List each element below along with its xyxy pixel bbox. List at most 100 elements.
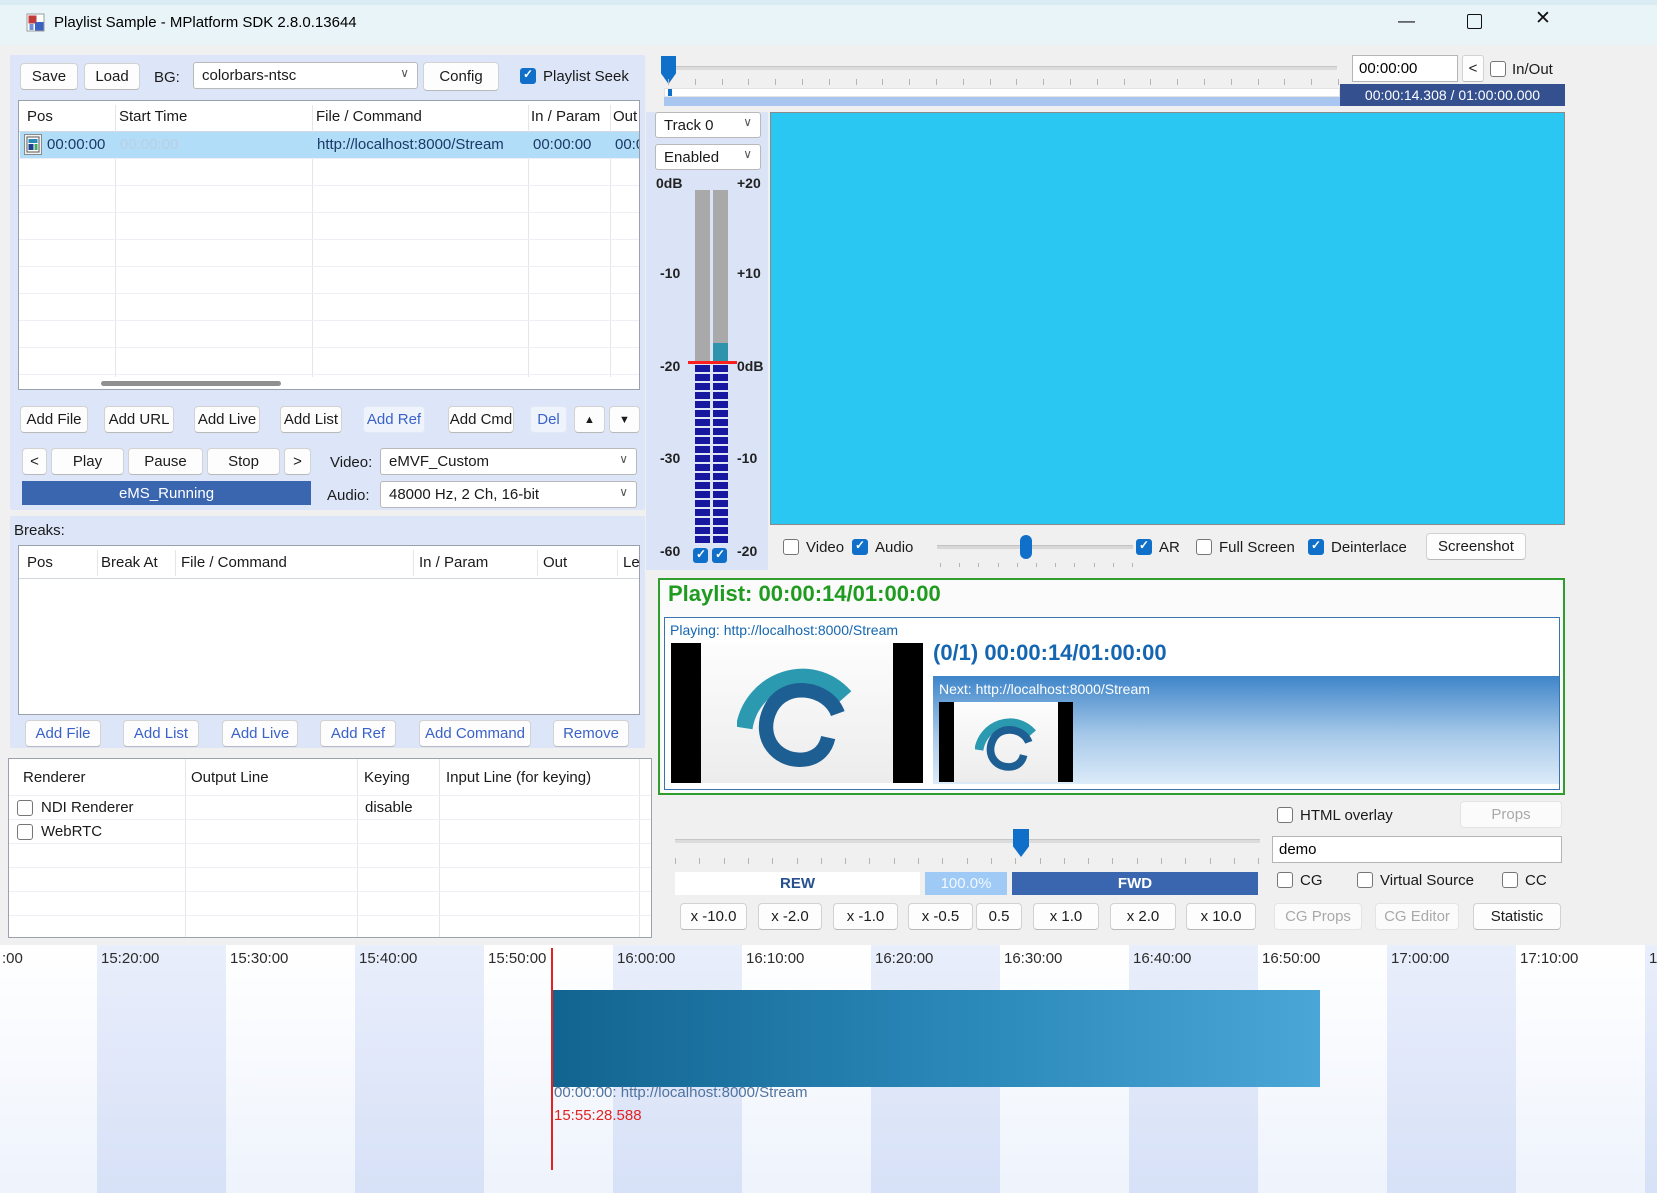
close-button[interactable]: ✕ [1535,10,1551,28]
prev-button[interactable]: < [22,448,47,475]
delete-button[interactable]: Del [530,406,567,433]
playing-panel: Playing: http://localhost:8000/Stream (0… [664,617,1560,790]
shuttle-slider-thumb[interactable] [1013,829,1029,857]
load-label: Load [95,68,128,85]
table-row[interactable]: WebRTC [9,821,652,845]
track-state-select[interactable]: Enabled∨ [655,144,761,170]
volume-slider-track[interactable] [937,545,1133,549]
add-list-button[interactable]: Add List [280,406,342,433]
speed-button[interactable]: x -2.0 [758,903,822,930]
fullscreen-checkbox[interactable] [1196,539,1212,555]
video-checkbox[interactable] [783,539,799,555]
meter-scale-label: +20 [737,175,761,191]
config-button[interactable]: Config [423,62,499,91]
video-preview[interactable] [770,112,1565,525]
breaks-add-file-button[interactable]: Add File [25,720,101,747]
renderer-table[interactable]: Renderer Output Line Keying Input Line (… [8,758,652,938]
breaks-add-list-button[interactable]: Add List [123,720,199,747]
timeline-band [97,945,226,1193]
cg-checkbox[interactable] [1277,872,1293,888]
schedule-timeline[interactable]: :0015:20:0015:30:0015:40:0015:50:0016:00… [0,945,1657,1193]
audio-checkbox[interactable] [852,539,868,555]
shuttle-slider-track[interactable] [675,839,1260,843]
meter-left-checkbox[interactable] [693,548,708,563]
table-row[interactable]: 00:00:00 00:00:00 http://localhost:8000/… [20,132,640,158]
statistic-button[interactable]: Statistic [1473,903,1561,930]
audio-meter-right [713,190,728,545]
seek-slider-track[interactable] [668,66,1337,70]
background-select[interactable]: colorbars-ntsc∨ [193,62,418,89]
audio-format-label: Audio: [327,487,370,505]
speed-button[interactable]: x 10.0 [1186,903,1256,930]
seek-back-button[interactable]: < [1462,55,1484,82]
overlay-name-input[interactable] [1272,836,1562,863]
playlist-table[interactable]: Pos Start Time File / Command In / Param… [18,100,640,390]
video-format-value: eMVF_Custom [389,453,489,470]
add-live-button[interactable]: Add Live [194,406,260,433]
breaks-add-command-button[interactable]: Add Command [419,720,531,747]
pause-button[interactable]: Pause [128,448,203,475]
meter-right-checkbox[interactable] [712,548,727,563]
next-button[interactable]: > [284,448,311,475]
cc-checkbox[interactable] [1502,872,1518,888]
playhead-line[interactable] [551,948,553,1170]
ruler-tick [856,79,857,85]
video-format-select[interactable]: eMVF_Custom∨ [380,448,637,475]
save-button[interactable]: Save [20,63,78,90]
ruler-tick [1150,79,1151,85]
add-ref-button[interactable]: Add Ref [363,406,425,433]
ar-checkbox[interactable] [1136,539,1152,555]
volume-slider-thumb[interactable] [1020,535,1032,559]
load-button[interactable]: Load [84,63,140,90]
cell-out: 00:00:00 [615,136,640,154]
maximize-button[interactable] [1467,14,1482,29]
button-label: Add Ref [367,411,421,428]
deinterlace-checkbox[interactable] [1308,539,1324,555]
ndi-renderer-checkbox[interactable] [17,800,33,816]
add-url-button[interactable]: Add URL [104,406,174,433]
webrtc-checkbox[interactable] [17,824,33,840]
breaks-add-live-button[interactable]: Add Live [222,720,298,747]
speed-button[interactable]: x -0.5 [908,903,973,930]
audio-format-select[interactable]: 48000 Hz, 2 Ch, 16-bit∨ [380,481,637,508]
grid-line [19,239,640,240]
play-button[interactable]: Play [51,448,124,475]
screenshot-button[interactable]: Screenshot [1426,533,1526,560]
timeline-tick-label: 16:30:00 [1004,950,1062,967]
seek-time-input[interactable] [1352,55,1458,82]
breaks-table[interactable]: Pos Break At File / Command In / Param O… [18,545,640,715]
breaks-add-ref-button[interactable]: Add Ref [320,720,396,747]
speed-button[interactable]: x -1.0 [833,903,898,930]
html-overlay-checkbox[interactable] [1277,807,1293,823]
speed-button[interactable]: x 1.0 [1033,903,1099,930]
ruler-tick [959,563,960,567]
speed-button[interactable]: x -10.0 [680,903,747,930]
ruler-tick [1074,563,1075,567]
breaks-title: Breaks: [14,522,65,540]
ruler-tick [1185,858,1186,864]
speed-button[interactable]: x 2.0 [1110,903,1176,930]
add-cmd-button[interactable]: Add Cmd [448,406,514,433]
virtual-source-checkbox[interactable] [1357,872,1373,888]
move-up-button[interactable]: ▲ [574,406,605,433]
move-down-button[interactable]: ▼ [609,406,640,433]
inout-checkbox[interactable] [1490,61,1506,77]
stop-button[interactable]: Stop [207,448,280,475]
speed-button[interactable]: 0.5 [976,903,1022,930]
breaks-remove-button[interactable]: Remove [553,720,629,747]
track-select[interactable]: Track 0∨ [655,112,761,138]
button-label: Add Ref [331,725,385,742]
meter-threshold-line[interactable] [688,361,737,364]
playlist-seek-checkbox[interactable] [520,68,536,84]
ruler-tick [918,858,919,864]
table-row[interactable]: NDI Renderer disable [9,797,652,821]
horizontal-scrollbar[interactable] [101,381,281,386]
minimize-button[interactable]: — [1398,12,1415,30]
add-file-button[interactable]: Add File [20,406,88,433]
props-button: Props [1460,801,1562,828]
cg-props-button: CG Props [1274,903,1362,930]
ruler-tick [821,858,822,864]
timeline-clip-bar[interactable] [552,990,1320,1087]
ruler-tick [1094,563,1095,567]
ruler-tick [936,79,937,85]
